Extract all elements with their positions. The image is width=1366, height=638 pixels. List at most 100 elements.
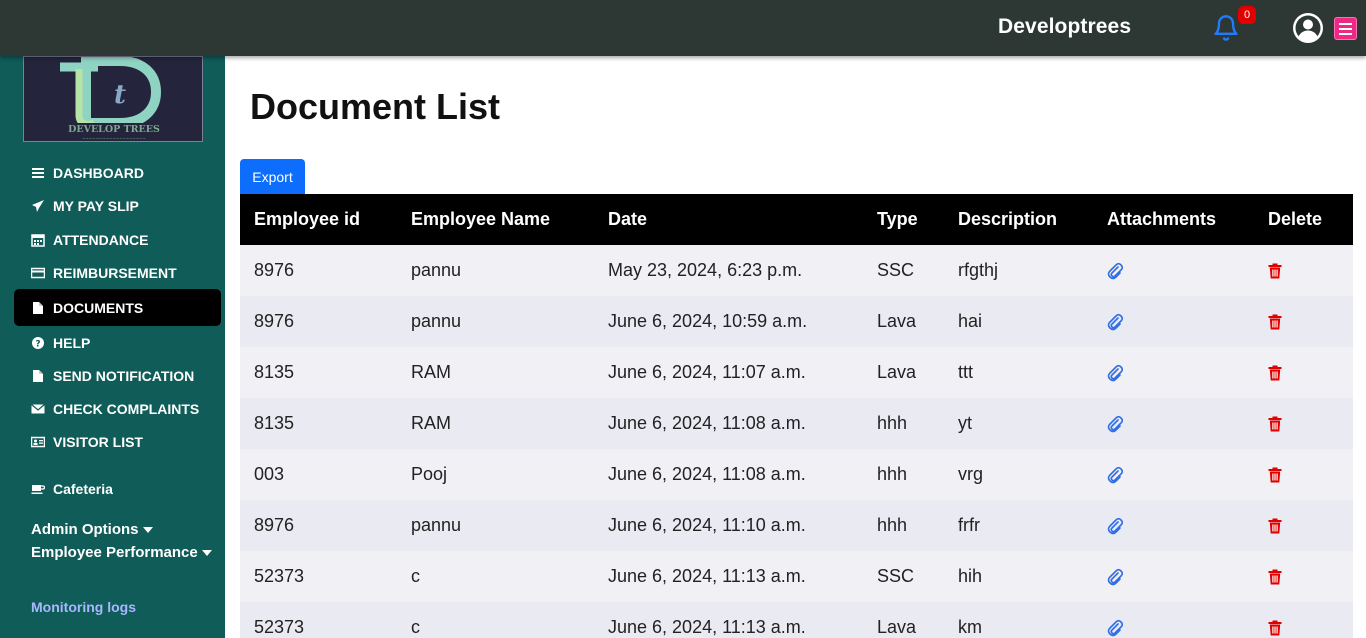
table-row: 52373 c June 6, 2024, 11:13 a.m. Lava km — [240, 602, 1353, 638]
envelope-icon — [31, 404, 45, 414]
paperclip-icon[interactable] — [1107, 466, 1123, 484]
sidebar-item-reimbursement[interactable]: REIMBURSEMENT — [31, 263, 177, 283]
column-header: Delete — [1268, 209, 1323, 229]
monitoring-logs-link[interactable]: Monitoring logs — [31, 599, 136, 615]
trash-icon[interactable] — [1268, 416, 1282, 432]
delete-cell[interactable] — [1254, 602, 1353, 638]
admin-options-dropdown[interactable]: Admin Options — [31, 521, 153, 538]
developtrees-logo-mark: t DEVELOP TREES ~~~~~~~~~~~~~~~~~~~ — [52, 57, 176, 141]
paperclip-icon[interactable] — [1107, 619, 1123, 637]
cell-id: 52373 — [254, 566, 305, 586]
cell-type: Lava — [877, 311, 917, 331]
cell-type: SSC — [877, 566, 915, 586]
sidebar-item-label: SEND NOTIFICATION — [53, 368, 195, 384]
attachment-cell[interactable] — [1093, 449, 1254, 500]
sidebar-item-check-complaints[interactable]: CHECK COMPLAINTS — [31, 399, 199, 419]
paperclip-icon[interactable] — [1107, 415, 1123, 433]
notification-count-badge: 0 — [1238, 6, 1256, 24]
cell-id: 003 — [254, 464, 285, 484]
company-logo[interactable]: t DEVELOP TREES ~~~~~~~~~~~~~~~~~~~ — [23, 56, 203, 142]
cell-description: hih — [958, 566, 983, 586]
delete-cell[interactable] — [1254, 245, 1353, 296]
cell-type: Lava — [877, 362, 917, 382]
brand-title[interactable]: Developtrees — [998, 15, 1131, 39]
paperclip-icon[interactable] — [1107, 517, 1123, 535]
cell-type: hhh — [877, 515, 908, 535]
cell-description: hai — [958, 311, 983, 331]
sidebar-item-label: Cafeteria — [53, 481, 113, 497]
sidebar-item-cafeteria[interactable]: Cafeteria — [31, 479, 113, 499]
table-header-row: Employee id Employee Name Date Type Desc… — [240, 194, 1353, 245]
paperclip-icon[interactable] — [1107, 568, 1123, 586]
paperclip-icon[interactable] — [1107, 364, 1123, 382]
attachment-cell[interactable] — [1093, 398, 1254, 449]
dropdown-label: Employee Performance — [31, 544, 198, 561]
sidebar-item-label: DOCUMENTS — [53, 300, 144, 316]
cell-date: June 6, 2024, 11:13 a.m. — [608, 566, 806, 586]
delete-cell[interactable] — [1254, 398, 1353, 449]
svg-text:t: t — [114, 80, 126, 110]
sidebar-item-dashboard[interactable]: DASHBOARD — [31, 163, 144, 183]
delete-cell[interactable] — [1254, 551, 1353, 602]
cell-name: pannu — [411, 311, 462, 331]
user-circle-icon[interactable] — [1292, 12, 1324, 44]
sidebar: t DEVELOP TREES ~~~~~~~~~~~~~~~~~~~ DASH… — [0, 56, 225, 638]
cell-type: hhh — [877, 464, 908, 484]
sidebar-item-help[interactable]: ? HELP — [31, 333, 90, 353]
cell-name: c — [411, 617, 420, 637]
column-header: Attachments — [1107, 209, 1217, 229]
coffee-icon — [31, 485, 45, 494]
table-row: 003 Pooj June 6, 2024, 11:08 a.m. hhh vrg — [240, 449, 1353, 500]
paperclip-icon[interactable] — [1107, 262, 1123, 280]
employee-performance-dropdown[interactable]: Employee Performance — [31, 544, 212, 561]
logo-text: DEVELOP TREES — [68, 124, 160, 135]
id-card-icon — [31, 436, 45, 448]
trash-icon[interactable] — [1268, 569, 1282, 585]
sidebar-item-attendance[interactable]: ATTENDANCE — [31, 230, 148, 250]
delete-cell[interactable] — [1254, 296, 1353, 347]
attachment-cell[interactable] — [1093, 602, 1254, 638]
sidebar-item-my-pay-slip[interactable]: MY PAY SLIP — [31, 196, 139, 216]
sidebar-item-label: MY PAY SLIP — [53, 198, 139, 214]
hamburger-menu-icon[interactable] — [1334, 17, 1357, 40]
cell-name: RAM — [411, 362, 451, 382]
column-header: Employee Name — [411, 209, 551, 229]
trash-icon[interactable] — [1268, 620, 1282, 636]
attachment-cell[interactable] — [1093, 500, 1254, 551]
attachment-cell[interactable] — [1093, 347, 1254, 398]
cell-name: c — [411, 566, 420, 586]
sidebar-item-label: CHECK COMPLAINTS — [53, 401, 200, 417]
attachment-cell[interactable] — [1093, 551, 1254, 602]
trash-icon[interactable] — [1268, 467, 1282, 483]
attachment-cell[interactable] — [1093, 245, 1254, 296]
bell-icon[interactable] — [1212, 14, 1240, 42]
delete-cell[interactable] — [1254, 500, 1353, 551]
trash-icon[interactable] — [1268, 518, 1282, 534]
page-title: Document List — [250, 86, 501, 127]
cell-date: June 6, 2024, 11:07 a.m. — [608, 362, 806, 382]
table-row: 8976 pannu June 6, 2024, 11:10 a.m. hhh frfr — [240, 500, 1353, 551]
export-button[interactable]: Export — [240, 159, 305, 194]
delete-cell[interactable] — [1254, 449, 1353, 500]
attachment-cell[interactable] — [1093, 296, 1254, 347]
sidebar-item-send-notification[interactable]: SEND NOTIFICATION — [31, 366, 194, 386]
table-row: 8976 pannu May 23, 2024, 6:23 p.m. SSC rfgth… — [240, 245, 1353, 296]
trash-icon[interactable] — [1268, 365, 1282, 381]
cell-id: 8976 — [254, 260, 295, 280]
cell-description: km — [958, 617, 982, 637]
table-row: 52373 c June 6, 2024, 11:13 a.m. SSC hih — [240, 551, 1353, 602]
sidebar-item-visitor-list[interactable]: VISITOR LIST — [31, 432, 143, 452]
cell-id: 8976 — [254, 311, 295, 331]
trash-icon[interactable] — [1268, 314, 1282, 330]
paperclip-icon[interactable] — [1107, 313, 1123, 331]
cell-date: June 6, 2024, 10:59 a.m. — [608, 311, 808, 331]
column-header: Type — [877, 209, 918, 229]
trash-icon[interactable] — [1268, 263, 1282, 279]
table-row: 8976 pannu June 6, 2024, 10:59 a.m. Lava hai — [240, 296, 1353, 347]
sidebar-item-documents[interactable]: DOCUMENTS — [31, 298, 143, 318]
delete-cell[interactable] — [1254, 347, 1353, 398]
sidebar-item-label: HELP — [53, 335, 91, 351]
cell-name: RAM — [411, 413, 451, 433]
sidebar-item-label: DASHBOARD — [53, 165, 144, 181]
svg-text:~~~~~~~~~~~~~~~~~~~: ~~~~~~~~~~~~~~~~~~~ — [82, 136, 146, 141]
